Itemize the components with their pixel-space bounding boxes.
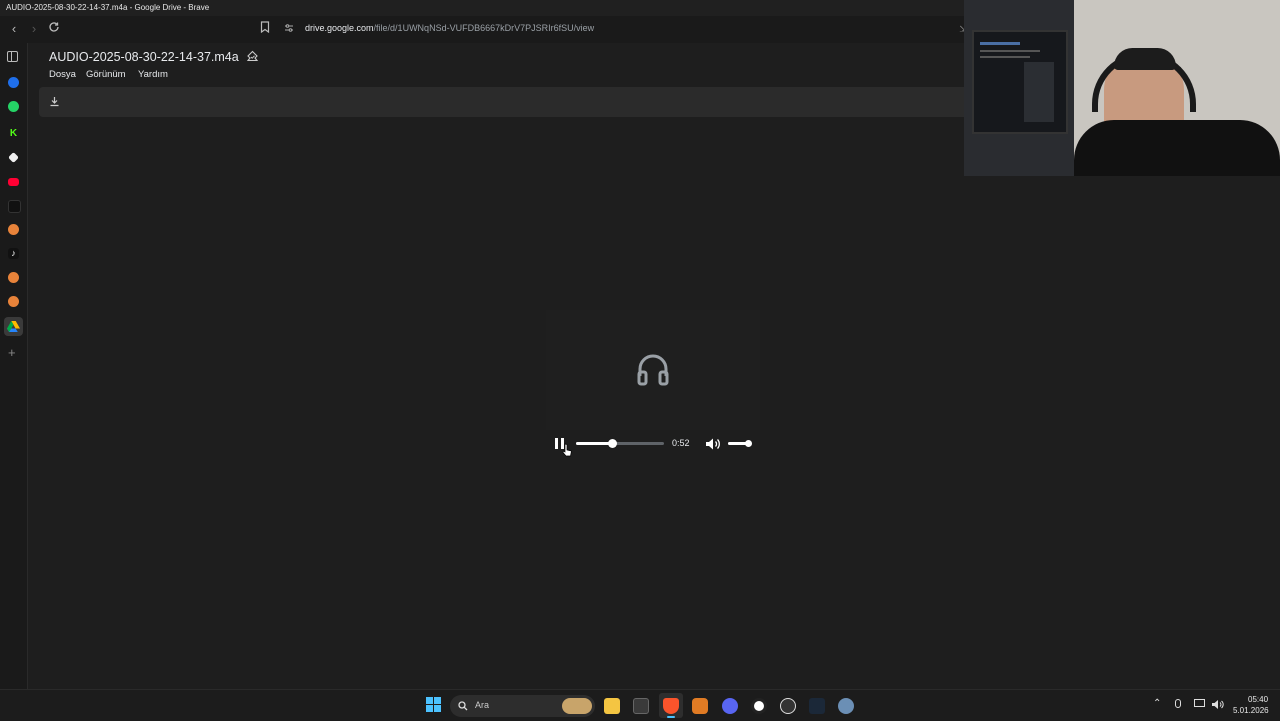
forward-icon[interactable]: › — [26, 21, 42, 37]
app-orange-icon[interactable] — [8, 272, 19, 283]
whatsapp-icon[interactable] — [8, 101, 19, 112]
url-path: /file/d/1UWNqNSd-VUFDB6667kDrV7PJSRIr6fS… — [373, 23, 595, 33]
download-icon[interactable] — [49, 96, 60, 107]
address-bar[interactable]: drive.google.com/file/d/1UWNqNSd-VUFDB66… — [305, 23, 594, 33]
seek-slider[interactable] — [576, 439, 664, 448]
microphone-icon[interactable] — [1175, 699, 1181, 708]
add-panel-icon[interactable]: + — [8, 345, 16, 360]
start-button[interactable] — [426, 697, 442, 713]
clock-date[interactable]: 5.01.2026 — [1233, 706, 1269, 715]
cloud-sync-icon[interactable] — [246, 50, 259, 62]
site-info-icon[interactable] — [283, 21, 295, 37]
kick-icon[interactable]: K — [8, 128, 19, 139]
reload-icon[interactable] — [46, 21, 62, 37]
clock-time[interactable]: 05:40 — [1248, 695, 1268, 704]
extension-icon[interactable] — [8, 152, 19, 163]
headphones-icon — [637, 354, 669, 386]
url-host: drive.google.com — [305, 23, 374, 33]
search-placeholder: Ara — [475, 700, 490, 710]
app-icon[interactable] — [8, 200, 21, 213]
volume-icon[interactable] — [705, 437, 721, 451]
webcam-overlay — [964, 0, 1280, 176]
vpn-icon[interactable] — [8, 77, 19, 88]
current-time: 0:52 — [672, 438, 690, 448]
taskbar-search[interactable]: Ara — [450, 695, 595, 717]
store-icon[interactable] — [633, 698, 649, 714]
document-title-text: AUDIO-2025-08-30-22-14-37.m4a — [49, 50, 239, 64]
clock-app-icon[interactable] — [780, 698, 796, 714]
show-hidden-icons[interactable]: ⌃ — [1153, 698, 1161, 709]
mouse-cursor-icon — [562, 443, 572, 457]
speaker-icon[interactable] — [1211, 699, 1224, 710]
app-orange-icon[interactable] — [8, 224, 19, 235]
document-title: AUDIO-2025-08-30-22-14-37.m4a — [49, 50, 259, 64]
search-highlight-icon — [562, 698, 592, 714]
brave-taskbar-button[interactable] — [659, 693, 683, 718]
tiktok-icon[interactable]: ♪ — [8, 248, 19, 259]
sidebar-toggle-icon[interactable] — [7, 51, 18, 62]
seek-thumb[interactable] — [608, 439, 618, 448]
search-icon — [458, 701, 468, 711]
volume-thumb[interactable] — [744, 440, 752, 447]
google-drive-icon[interactable] — [4, 317, 23, 336]
app-circle-icon[interactable] — [751, 698, 767, 714]
browser-sidebar: K ♪ + — [0, 43, 28, 689]
audio-player-artwork — [546, 310, 760, 430]
menu-help[interactable]: Yardım — [138, 69, 168, 80]
youtube-icon[interactable] — [8, 178, 19, 186]
network-icon[interactable] — [1194, 699, 1205, 707]
windows-taskbar: Ara ⌃ 05:40 5.01.2026 — [0, 689, 1280, 721]
settings-icon[interactable] — [838, 698, 854, 714]
back-icon[interactable]: ‹ — [6, 21, 22, 37]
discord-icon[interactable] — [722, 698, 738, 714]
app-icon[interactable] — [692, 698, 708, 714]
menu-view[interactable]: Görünüm — [86, 69, 126, 80]
brave-icon — [663, 698, 679, 714]
file-explorer-icon[interactable] — [604, 698, 620, 714]
app-orange-icon[interactable] — [8, 296, 19, 307]
audio-controls: 0:52 — [546, 432, 760, 457]
bookmark-icon[interactable] — [257, 21, 273, 37]
steam-icon[interactable] — [809, 698, 825, 714]
download-toolbar — [39, 87, 964, 117]
menu-file[interactable]: Dosya — [49, 69, 76, 80]
monitor-in-background — [972, 30, 1068, 134]
volume-slider[interactable] — [728, 440, 752, 447]
